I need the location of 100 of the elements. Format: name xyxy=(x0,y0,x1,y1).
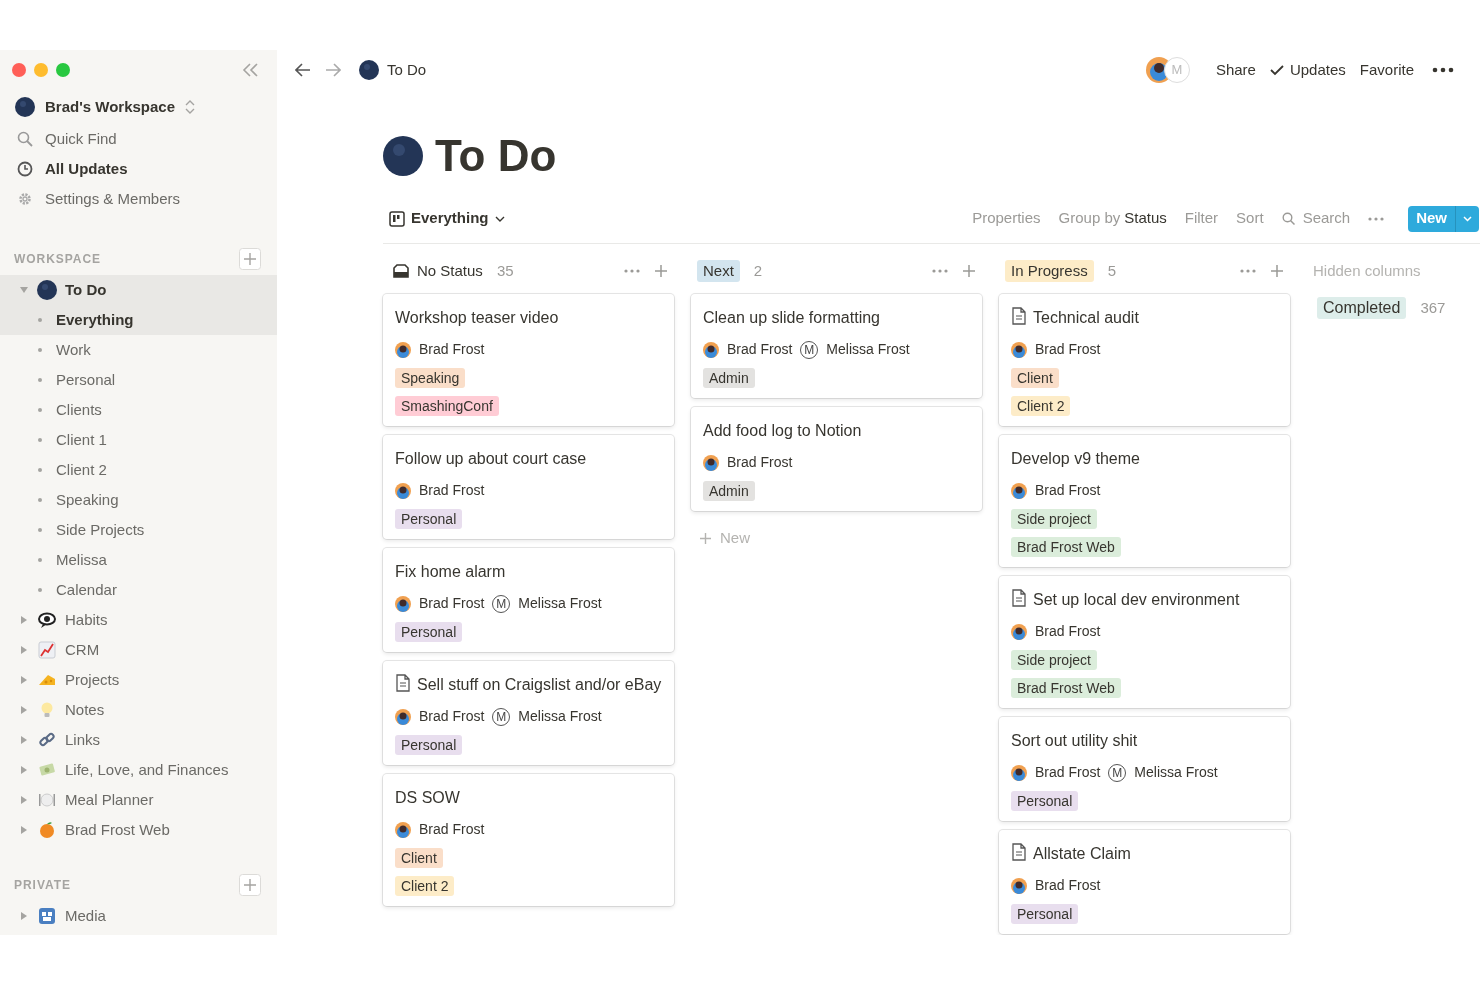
card-title: Clean up slide formatting xyxy=(703,308,880,328)
minimize-button[interactable] xyxy=(34,63,48,77)
sidebar-item[interactable]: Links xyxy=(0,725,277,755)
tag: Brad Frost Web xyxy=(1011,678,1121,698)
search-icon xyxy=(17,131,33,147)
tag: Client xyxy=(1011,368,1059,388)
board-card[interactable]: Sort out utility shit Brad Frost M Melissa Frost Personal xyxy=(999,717,1290,821)
properties-button[interactable]: Properties xyxy=(972,207,1041,230)
board-card[interactable]: Add food log to Notion Brad Frost Admin xyxy=(691,407,982,511)
zoom-button[interactable] xyxy=(56,63,70,77)
topbar-button[interactable]: Favorite xyxy=(1359,58,1414,82)
sidebar-subitem[interactable]: Clients xyxy=(0,395,277,425)
clock-icon xyxy=(17,161,33,177)
eye-icon xyxy=(38,611,56,629)
sidebar-item[interactable]: Meal Planner xyxy=(0,785,277,815)
column-label: Next xyxy=(697,260,740,282)
avatar-icon xyxy=(1011,482,1027,499)
sidebar-subitem[interactable]: Melissa xyxy=(0,545,277,575)
board-card[interactable]: Technical audit Brad Frost Client Client 2 xyxy=(999,294,1290,426)
check-icon xyxy=(1269,64,1284,76)
sidebar-item[interactable]: CRM xyxy=(0,635,277,665)
bullet-icon xyxy=(38,408,42,412)
board-card[interactable]: Sell stuff on Craigslist and/or eBay Brad Frost M Melissa Frost Personal xyxy=(383,661,674,765)
globe-icon xyxy=(37,280,57,300)
board-card[interactable]: Fix home alarm Brad Frost M Melissa Frost Personal xyxy=(383,548,674,652)
globe-icon xyxy=(359,60,379,80)
person-name: Brad Frost xyxy=(1035,481,1101,500)
sidebar-subitem[interactable]: Client 1 xyxy=(0,425,277,455)
document-icon xyxy=(1011,589,1027,607)
sidebar-subitem[interactable]: Personal xyxy=(0,365,277,395)
sidebar-nav-item[interactable]: All Updates xyxy=(0,154,277,184)
person-name: Melissa Frost xyxy=(518,707,602,726)
workspace-icon xyxy=(15,97,35,117)
card-title: Workshop teaser video xyxy=(395,308,559,328)
chart-icon xyxy=(38,641,56,659)
sidebar-subitem[interactable]: Side Projects xyxy=(0,515,277,545)
board-card[interactable]: Follow up about court case Brad Frost Personal xyxy=(383,435,674,539)
board-card[interactable]: Clean up slide formatting Brad Frost M Melissa Frost Admin xyxy=(691,294,982,398)
avatar-icon xyxy=(1011,341,1027,358)
view-switcher[interactable]: Everything xyxy=(389,207,505,230)
hidden-column-label[interactable]: Completed xyxy=(1317,297,1407,320)
board-card[interactable]: Workshop teaser video Brad Frost Speaking SmashingConf xyxy=(383,294,674,426)
bullet-icon xyxy=(38,558,42,562)
board-card[interactable]: DS SOW Brad Frost Client Client 2 xyxy=(383,774,674,906)
person-name: Brad Frost xyxy=(419,481,485,500)
person-name: Brad Frost xyxy=(419,594,485,613)
avatar-icon xyxy=(395,821,411,838)
sidebar-item[interactable]: To Do xyxy=(0,275,277,305)
add-icon[interactable] xyxy=(962,264,976,278)
section-heading: WORKSPACE xyxy=(14,251,102,268)
sidebar-item[interactable]: Media xyxy=(0,901,277,931)
sidebar-subitem[interactable]: Calendar xyxy=(0,575,277,605)
collapse-sidebar-icon[interactable] xyxy=(241,63,259,77)
breadcrumb-link[interactable]: To Do xyxy=(359,58,427,82)
inbox-icon xyxy=(393,264,409,278)
sidebar-nav-item[interactable]: Settings & Members xyxy=(0,184,277,214)
sidebar-subitem[interactable]: Everything xyxy=(0,305,277,335)
column-count: 5 xyxy=(1107,260,1117,281)
sort-button[interactable]: Sort xyxy=(1236,207,1264,230)
back-arrow-icon[interactable] xyxy=(295,63,311,77)
document-icon xyxy=(1011,307,1027,325)
tag: Admin xyxy=(703,368,755,388)
workspace-switcher[interactable]: Brad's Workspace xyxy=(0,90,277,124)
more-icon[interactable] xyxy=(1432,67,1454,73)
sidebar-item[interactable]: Life, Love, and Finances xyxy=(0,755,277,785)
card-title: Technical audit xyxy=(1033,308,1139,328)
chevron-down-icon xyxy=(494,215,505,222)
filter-button[interactable]: Filter xyxy=(1184,207,1219,230)
search-button[interactable]: Search xyxy=(1281,207,1351,230)
person-name: Brad Frost xyxy=(1035,876,1101,895)
person-name: Brad Frost xyxy=(727,340,793,359)
add-icon[interactable] xyxy=(654,264,668,278)
sidebar-item[interactable]: Projects xyxy=(0,665,277,695)
topbar-button[interactable]: Share xyxy=(1215,58,1256,82)
sidebar-item[interactable]: Brad Frost Web xyxy=(0,815,277,845)
person-name: Brad Frost xyxy=(1035,763,1101,782)
sidebar-item[interactable]: Notes xyxy=(0,695,277,725)
group-by-button[interactable]: Group by Status xyxy=(1058,207,1167,230)
bullet-icon xyxy=(38,528,42,532)
sidebar-subitem[interactable]: Work xyxy=(0,335,277,365)
add-icon[interactable] xyxy=(1270,264,1284,278)
sidebar-subitem[interactable]: Client 2 xyxy=(0,455,277,485)
tag: Personal xyxy=(1011,904,1079,924)
tag: Client 2 xyxy=(1011,396,1071,416)
add-page-icon[interactable] xyxy=(239,248,261,270)
sidebar-subitem[interactable]: Speaking xyxy=(0,485,277,515)
topbar-button[interactable]: Updates xyxy=(1269,58,1346,82)
add-page-icon[interactable] xyxy=(239,874,261,896)
board-card[interactable]: Allstate Claim Brad Frost Personal xyxy=(999,830,1290,934)
card-title: Develop v9 theme xyxy=(1011,449,1140,469)
forward-arrow-icon[interactable] xyxy=(325,63,341,77)
board-card[interactable]: Set up local dev environment Brad Frost Side project Brad Frost Web xyxy=(999,576,1290,708)
bullet-icon xyxy=(38,588,42,592)
card-title: Allstate Claim xyxy=(1033,844,1131,864)
card-title: Sort out utility shit xyxy=(1011,731,1138,751)
sidebar-nav-item[interactable]: Quick Find xyxy=(0,124,277,154)
board-card[interactable]: Develop v9 theme Brad Frost Side project Brad Frost Web xyxy=(999,435,1290,567)
sidebar-item[interactable]: Habits xyxy=(0,605,277,635)
avatar-icon xyxy=(1011,764,1027,781)
close-button[interactable] xyxy=(12,63,26,77)
